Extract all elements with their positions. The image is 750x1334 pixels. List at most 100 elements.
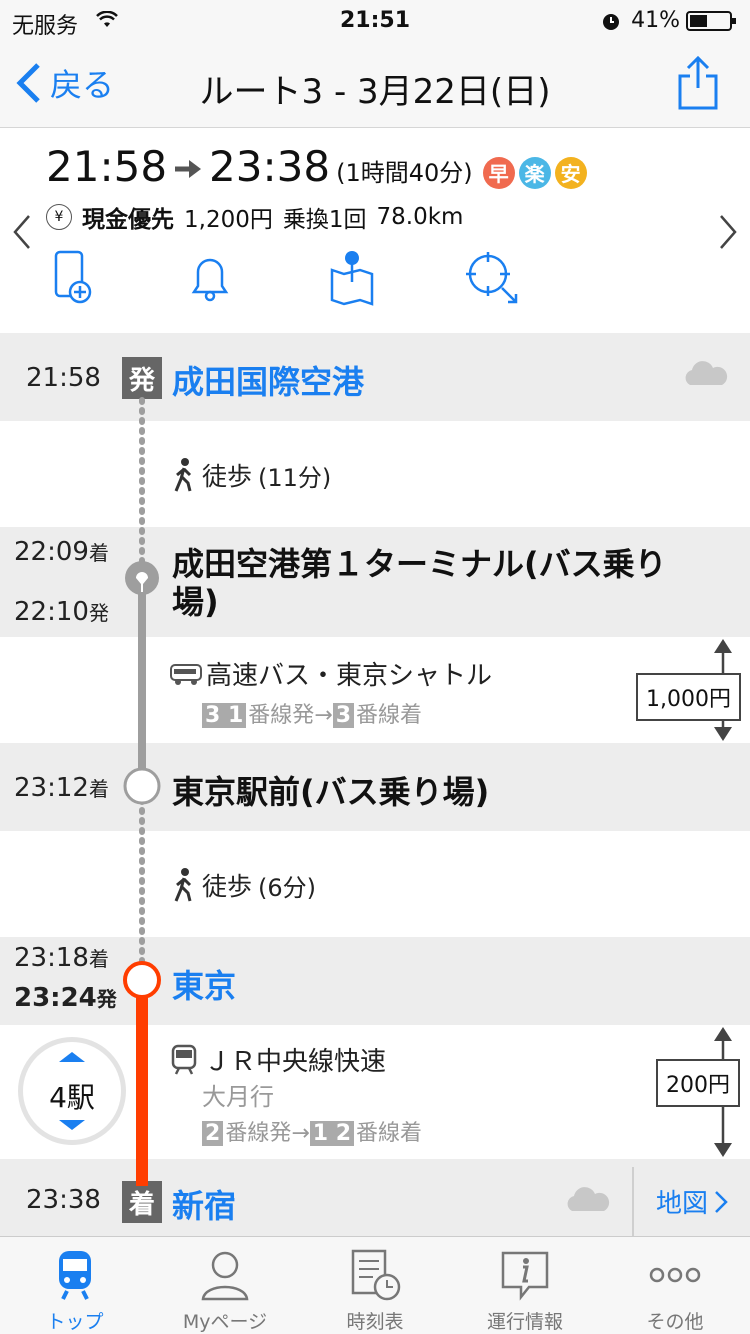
map-link-label: 地図 (655, 1189, 708, 1219)
tab-timetable[interactable]: 時刻表 (300, 1237, 450, 1334)
tab-label: 時刻表 (346, 1311, 404, 1333)
search-again-button[interactable] (462, 248, 522, 308)
segment-fare: 1,000円 (636, 673, 741, 721)
duration: (1時間40分) (336, 159, 473, 187)
person-icon (197, 1247, 253, 1303)
fare-info: ¥ 現金優先 1,200円 乗換1回 78.0km (46, 200, 463, 234)
arrive-time: 23:12 (14, 773, 89, 803)
battery-percent: 41% (631, 8, 680, 33)
fare-total: 1,200円 (184, 207, 273, 233)
transfer-count: 乗換1回 (282, 207, 367, 233)
tab-info[interactable]: 運行情報 (450, 1237, 600, 1334)
route-badge: 早 (482, 156, 515, 189)
arrive-suffix: 着 (88, 777, 109, 801)
map-pin-icon (330, 251, 374, 306)
tab-label: 運行情報 (486, 1311, 563, 1333)
walk-label: 徒歩 (202, 872, 253, 901)
depart-time: 23:24 (14, 983, 97, 1013)
arrow-right-icon (175, 160, 202, 178)
tab-person[interactable]: Myページ (150, 1237, 300, 1334)
station-name: 新宿 (172, 1187, 237, 1225)
depart-time: 22:10 (14, 597, 89, 627)
map-button[interactable] (322, 248, 382, 308)
depart-time-label: 22:10発 (14, 597, 109, 627)
station-name: 成田国際空港 (172, 363, 365, 401)
arrive-suffix: 着 (88, 541, 109, 565)
tab-label: その他 (646, 1311, 704, 1333)
platform-to: 1 2 (309, 1121, 355, 1146)
depart-suffix: 発 (88, 601, 109, 625)
platform-to-suffix: 番線着 (356, 1121, 423, 1146)
timetable-icon (347, 1247, 403, 1303)
battery-icon (686, 10, 738, 38)
walk-label: 徒歩 (202, 462, 253, 491)
train-icon (47, 1247, 103, 1303)
arrive-time-label: 22:09着 (14, 537, 109, 567)
station-name: 東京駅前(バス乗り場) (172, 773, 490, 811)
route-line (123, 397, 161, 1186)
depart-time-label: 23:24発 (14, 983, 117, 1013)
route-times: 21:58 23:38 (1時間40分) 早楽安 (46, 142, 587, 191)
platform-from: 3 1 (202, 703, 247, 728)
cloud-icon (567, 1187, 610, 1211)
chevron-left-icon (13, 215, 30, 249)
station-name: 成田空港第１ターミナル(バス乗り (172, 545, 667, 583)
platform-to-suffix: 番線着 (356, 703, 423, 728)
badge-list: 早楽安 (479, 142, 587, 191)
destination: 大月行 (202, 1083, 274, 1111)
status-bar: 无服务 21:51 41% (0, 0, 750, 40)
phone-add-icon (54, 250, 92, 304)
distance: 78.0km (376, 204, 464, 230)
tab-train[interactable]: トップ (0, 1237, 150, 1334)
prev-route-button[interactable] (12, 214, 32, 259)
navigation-bar: 戻る ルート3 - 3月22日(日) (0, 40, 750, 128)
alarm-button[interactable] (180, 248, 240, 308)
line-name: 高速バス・東京シャトル (206, 661, 493, 691)
alarm-icon (600, 10, 622, 38)
line-name: ＪＲ中央線快速 (204, 1047, 387, 1077)
chevron-down-icon (59, 1120, 85, 1130)
route-badge: 安 (554, 156, 587, 189)
arrive-time: 23:38 (209, 142, 331, 191)
share-button[interactable] (678, 54, 718, 110)
info-icon (497, 1247, 553, 1303)
tab-label: トップ (46, 1311, 104, 1333)
walk-duration: (6分) (258, 873, 317, 902)
page-title: ルート3 - 3月22日(日) (199, 72, 551, 112)
tab-bar: トップ Myページ 時刻表 運行情報 その他 (0, 1236, 750, 1334)
platform-from: 2 (202, 1121, 224, 1146)
station-name-cont: 場) (172, 583, 219, 621)
arrive-time: 22:09 (14, 537, 89, 567)
add-to-device-button[interactable] (46, 248, 106, 308)
tab-more[interactable]: その他 (600, 1237, 750, 1334)
platform-from-suffix: 番線発→ (248, 703, 333, 728)
platform-info: 3 1 番線発→ 3 番線着 (202, 697, 422, 729)
arrive-time-label: 23:12着 (14, 773, 109, 803)
tab-label: Myページ (182, 1311, 268, 1333)
walk-duration: (11分) (258, 463, 332, 492)
next-route-button[interactable] (718, 214, 738, 259)
platform-info: 2 番線発→ 1 2 番線着 (202, 1115, 422, 1147)
platform-to: 3 (332, 703, 355, 728)
chevron-right-icon (715, 1190, 728, 1213)
route-badge: 楽 (518, 156, 551, 189)
cloud-icon (685, 361, 728, 385)
bell-icon (191, 258, 229, 302)
route-summary: 21:58 23:38 (1時間40分) 早楽安 ¥ 現金優先 1,200円 乗… (0, 128, 750, 333)
chevron-up-icon (59, 1052, 85, 1062)
segment-fare: 200円 (656, 1059, 740, 1107)
stop-time: 23:38 (26, 1185, 101, 1215)
platform-from-suffix: 番線発→ (225, 1121, 310, 1146)
arrive-time: 23:18 (14, 943, 89, 973)
share-icon (678, 55, 718, 110)
station-name: 東京 (172, 967, 237, 1005)
fare-mode: 現金優先 (82, 207, 174, 233)
depart-time: 21:58 (46, 142, 168, 191)
stop-time: 21:58 (26, 363, 101, 393)
map-link[interactable]: 地図 (632, 1167, 750, 1236)
chevron-right-icon (720, 215, 737, 249)
arrive-suffix: 着 (88, 947, 109, 971)
crosshair-icon (466, 252, 518, 304)
arrive-time-label: 23:18着 (14, 943, 109, 973)
more-icon (647, 1247, 703, 1303)
